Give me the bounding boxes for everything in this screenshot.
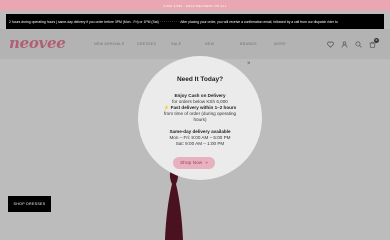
popup-hours-saturday: Sat: 9:00 AM – 1:00 PM xyxy=(175,141,225,146)
nav-item-more[interactable]: MORE xyxy=(274,42,286,46)
popup-fast-delivery: ⚡ Fast delivery within 1–2 hours xyxy=(163,105,237,110)
promo-text: 4,000 4,500 · ASAP DELIVERY ON ALL xyxy=(163,3,227,8)
user-icon[interactable] xyxy=(341,41,348,48)
arrow-icon: » xyxy=(205,160,208,166)
shop-now-button[interactable]: Shop Now » xyxy=(173,157,215,169)
close-icon[interactable]: × xyxy=(247,61,251,67)
popup-delivery-note-2: hours) xyxy=(193,117,207,122)
promo-bar: 4,000 4,500 · ASAP DELIVERY ON ALL xyxy=(0,0,390,11)
popup-title: Need It Today? xyxy=(176,76,224,83)
announcement-ticker: 2 hours during operating hours | same-da… xyxy=(6,14,384,29)
nav-item-sale[interactable]: SALE xyxy=(171,42,181,46)
popup-delivery-note: from time of order (during operating xyxy=(163,111,237,116)
brand-logo[interactable]: neovee xyxy=(9,34,66,52)
header-icons: 0 xyxy=(327,37,379,50)
site-header: neovee NEW ARRIVALS DRESSES SALE NEW BRA… xyxy=(0,29,390,59)
nav-item-brands[interactable]: BRANDS xyxy=(240,42,257,46)
heart-icon[interactable] xyxy=(327,41,334,48)
search-icon[interactable] xyxy=(355,40,362,48)
shop-dresses-button[interactable]: SHOP DRESSES xyxy=(8,196,51,212)
popup-cod-limit: for orders below KSh 6,000 xyxy=(172,99,228,104)
popup-same-day: Same-day delivery available xyxy=(169,129,231,134)
popup-hours-weekday: Mon – Fri: 9:00 AM – 5:00 PM xyxy=(169,135,231,140)
popup-cod-line: Enjoy Cash on Delivery xyxy=(174,93,226,98)
cart-count-badge: 0 xyxy=(374,37,379,43)
nav-item-new-arrivals[interactable]: NEW ARRIVALS xyxy=(94,42,124,46)
cart-icon[interactable]: 0 xyxy=(369,37,379,48)
model-figure-image xyxy=(165,168,183,240)
nav-item-new[interactable]: NEW xyxy=(205,42,214,46)
nav-item-dresses[interactable]: DRESSES xyxy=(137,42,156,46)
ticker-text: 2 hours during operating hours | same-da… xyxy=(9,19,338,24)
shop-now-label: Shop Now xyxy=(180,160,203,166)
